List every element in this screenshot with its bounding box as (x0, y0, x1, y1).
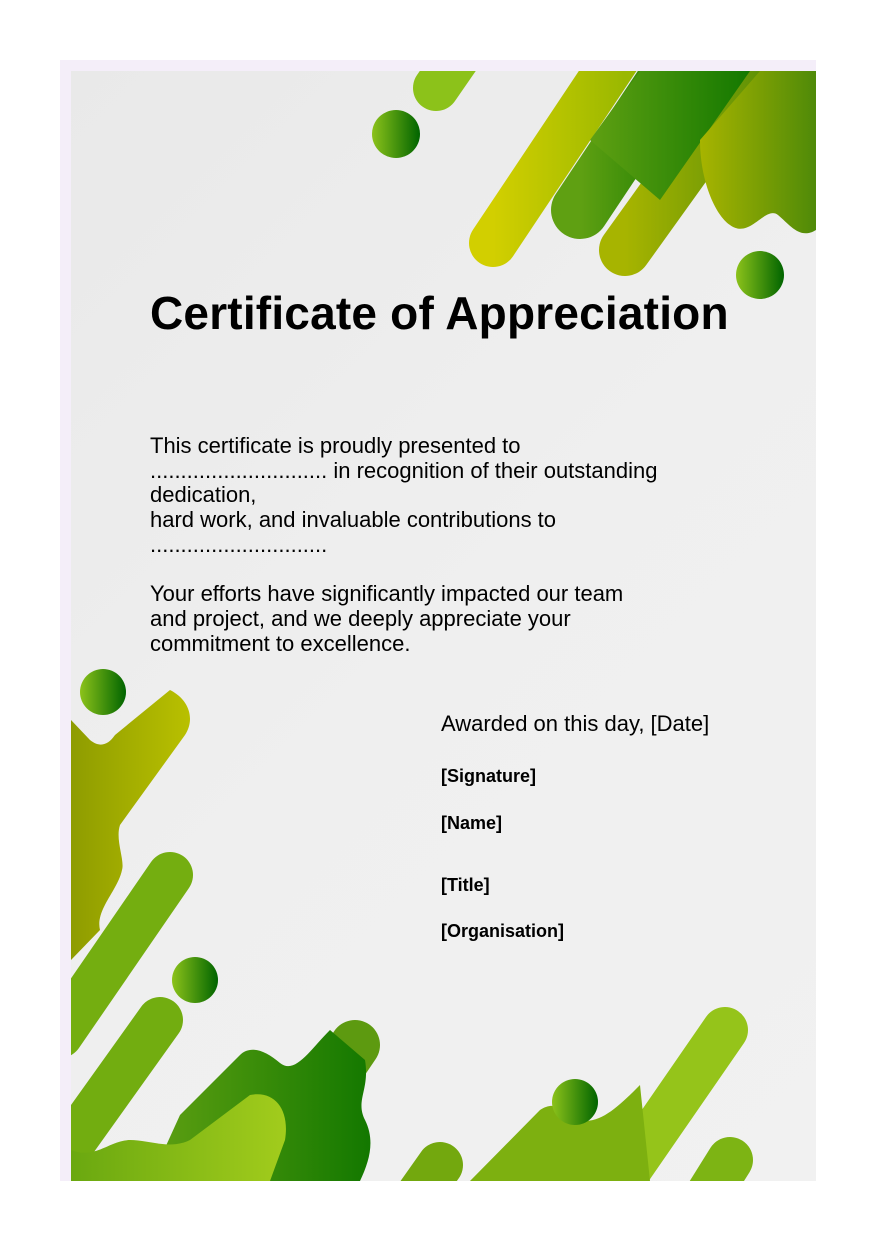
certificate-body: This certificate is proudly presented to… (150, 433, 750, 656)
body-line: Your efforts have significantly impacted… (150, 581, 624, 607)
recipient-blank-line: ............................. in recogni… (150, 457, 658, 483)
presentation-paragraph: This certificate is proudly presented to… (150, 433, 750, 558)
body-line: dedication, (150, 482, 257, 508)
organisation-label: [Organisation] (441, 921, 565, 941)
appreciation-paragraph: Your efforts have significantly impacted… (150, 581, 750, 656)
body-line: and project, and we deeply appreciate yo… (150, 605, 571, 631)
body-line: This certificate is proudly presented to (150, 433, 521, 458)
signature-label: [Signature] (441, 766, 537, 786)
name-label: [Name] (441, 813, 503, 833)
project-blank-line: ............................. (150, 531, 328, 557)
body-line: commitment to excellence. (150, 630, 411, 656)
title-label: [Title] (441, 875, 490, 895)
body-line: hard work, and invaluable contributions … (150, 507, 557, 533)
awarded-date: Awarded on this day, [Date] (441, 711, 710, 736)
certificate-title: Certificate of Appreciation (150, 287, 729, 339)
